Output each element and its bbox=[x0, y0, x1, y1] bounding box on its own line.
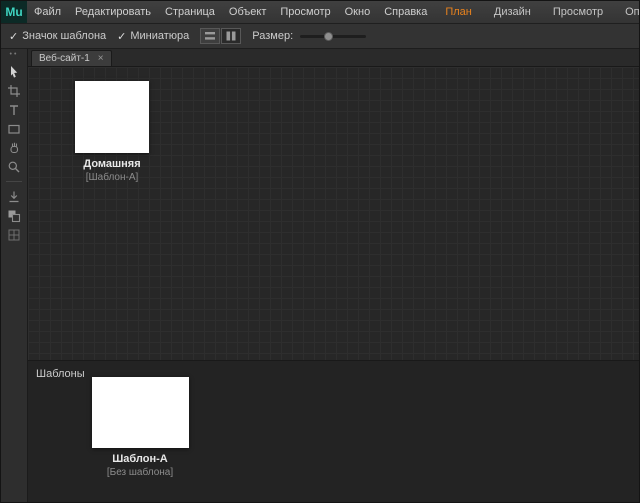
mode-preview[interactable]: Просмотр bbox=[542, 1, 614, 23]
place-tool[interactable] bbox=[4, 188, 24, 205]
options-toolbar: ✓ Значок шаблона ✓ Миниатюра Размер: bbox=[1, 24, 639, 49]
master-page-thumbnail[interactable] bbox=[92, 377, 189, 448]
size-slider[interactable] bbox=[300, 35, 366, 38]
site-tab[interactable]: Веб-сайт-1 × bbox=[31, 50, 112, 66]
menu-bar: Mu Файл Редактировать Страница Объект Пр… bbox=[1, 1, 639, 24]
thumbnail-label: Миниатюра bbox=[130, 30, 189, 42]
content-area: Веб-сайт-1 × Домашняя [Шаблон-А] Шаблоны bbox=[28, 49, 639, 503]
rectangle-tool[interactable] bbox=[4, 120, 24, 137]
text-tool[interactable] bbox=[4, 101, 24, 118]
mode-publish-label: Опубликовать bbox=[625, 6, 640, 18]
masters-heading: Шаблоны bbox=[36, 368, 85, 380]
home-page-title: Домашняя bbox=[62, 158, 162, 170]
crop-tool[interactable] bbox=[4, 82, 24, 99]
tools-panel: •• bbox=[1, 49, 28, 503]
master-page-title: Шаблон-А bbox=[85, 453, 195, 465]
menu-help[interactable]: Справка bbox=[377, 1, 434, 23]
states-tool[interactable] bbox=[4, 226, 24, 243]
template-icon-checkbox[interactable]: ✓ Значок шаблона bbox=[9, 30, 106, 43]
panel-drag-handle[interactable]: •• bbox=[10, 52, 19, 58]
mode-design[interactable]: Дизайн bbox=[483, 1, 542, 23]
checkmark-icon: ✓ bbox=[9, 30, 18, 43]
selection-tool[interactable] bbox=[4, 63, 24, 80]
mode-plan[interactable]: План bbox=[434, 1, 483, 23]
size-label: Размер: bbox=[252, 30, 293, 42]
tools-divider bbox=[6, 181, 22, 182]
page-item-master-a: Шаблон-А [Без шаблона] bbox=[85, 377, 195, 478]
menu-file[interactable]: Файл bbox=[27, 1, 68, 23]
selection-arrow-icon bbox=[7, 65, 21, 79]
checkmark-icon: ✓ bbox=[117, 30, 126, 43]
download-arrow-icon bbox=[7, 190, 21, 204]
main-area: •• bbox=[1, 49, 639, 503]
mode-switcher: План Дизайн Просмотр Опубликовать▾ – □ ✕ bbox=[434, 1, 640, 24]
page-item-home: Домашняя [Шаблон-А] bbox=[62, 81, 162, 183]
columns-icon bbox=[225, 31, 237, 41]
plan-canvas: Домашняя [Шаблон-А] Шаблоны Шаблон-А [Бе… bbox=[28, 67, 639, 503]
menu-page[interactable]: Страница bbox=[158, 1, 222, 23]
menu-window[interactable]: Окно bbox=[338, 1, 378, 23]
site-tab-label: Веб-сайт-1 bbox=[39, 53, 90, 64]
zoom-tool[interactable] bbox=[4, 158, 24, 175]
document-tab-bar: Веб-сайт-1 × bbox=[28, 49, 639, 67]
swatches-icon bbox=[7, 209, 21, 223]
home-page-thumbnail[interactable] bbox=[75, 81, 149, 153]
mode-publish[interactable]: Опубликовать▾ bbox=[614, 1, 640, 24]
muse-logo: Mu bbox=[1, 1, 27, 23]
rows-icon bbox=[204, 31, 216, 41]
masters-section: Шаблоны Шаблон-А [Без шаблона] bbox=[28, 360, 639, 503]
text-tool-icon bbox=[7, 103, 21, 117]
menu-view[interactable]: Просмотр bbox=[273, 1, 337, 23]
menu-edit[interactable]: Редактировать bbox=[68, 1, 158, 23]
master-page-master-label: [Без шаблона] bbox=[85, 467, 195, 478]
size-slider-thumb[interactable] bbox=[324, 32, 333, 41]
hand-icon bbox=[7, 141, 21, 155]
rectangle-icon bbox=[7, 122, 21, 136]
magnifier-icon bbox=[7, 160, 21, 174]
crop-icon bbox=[7, 84, 21, 98]
view-toggle-group bbox=[200, 28, 241, 44]
horizontal-layout-toggle[interactable] bbox=[200, 28, 220, 44]
hand-tool[interactable] bbox=[4, 139, 24, 156]
vertical-layout-toggle[interactable] bbox=[221, 28, 241, 44]
menu-object[interactable]: Объект bbox=[222, 1, 273, 23]
thumbnail-checkbox[interactable]: ✓ Миниатюра bbox=[117, 30, 189, 43]
muse-app-window: Mu Файл Редактировать Страница Объект Пр… bbox=[0, 0, 640, 503]
home-page-master-label: [Шаблон-А] bbox=[62, 172, 162, 183]
template-icon-label: Значок шаблона bbox=[22, 30, 106, 42]
fill-stroke-swatches[interactable] bbox=[4, 207, 24, 224]
tab-close-icon[interactable]: × bbox=[98, 54, 104, 64]
sitemap-grid-area: Домашняя [Шаблон-А] bbox=[28, 67, 639, 360]
size-control: Размер: bbox=[252, 30, 366, 42]
grid-icon bbox=[7, 228, 21, 242]
